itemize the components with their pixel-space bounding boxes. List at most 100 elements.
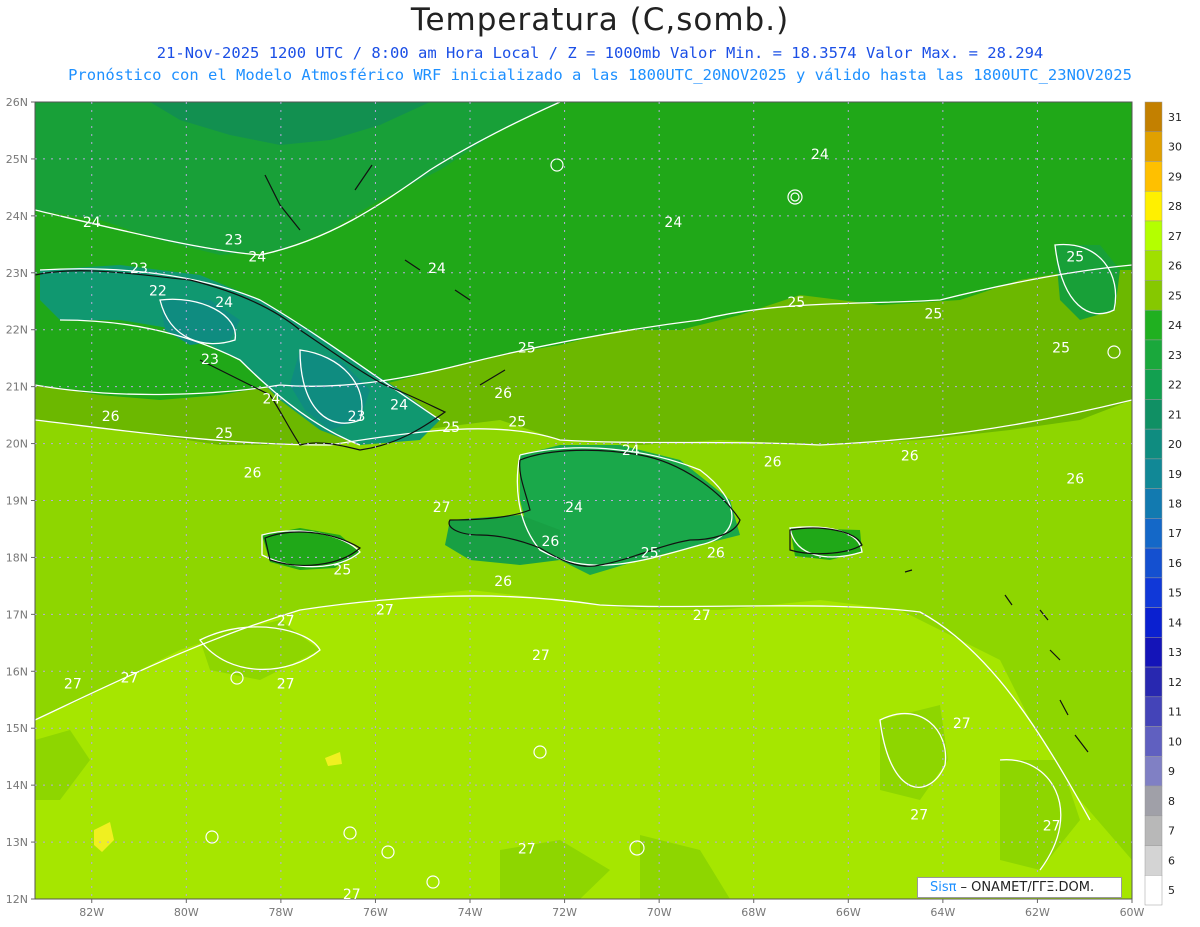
colorbar-swatch (1144, 190, 1163, 222)
contour-label: 23 (130, 261, 148, 277)
colorbar-label: 17 (1168, 527, 1182, 540)
lat-label: 14N (6, 779, 28, 792)
lat-label: 21N (6, 381, 28, 394)
contour-label: 24 (664, 215, 682, 231)
contour-label: 25 (215, 426, 233, 442)
colorbar-label: 25 (1168, 289, 1182, 302)
colorbar-swatch (1144, 845, 1163, 876)
colorbar-label: 6 (1168, 854, 1175, 867)
contour-label: 27 (518, 841, 536, 857)
colorbar-label: 8 (1168, 795, 1175, 808)
colorbar-swatch (1144, 399, 1163, 430)
lon-label: 76W (363, 906, 388, 919)
contour-label: 25 (333, 563, 351, 579)
colorbar-label: 15 (1168, 587, 1182, 600)
lat-label: 13N (6, 836, 28, 849)
contour-label: 27 (64, 676, 82, 692)
lat-label: 15N (6, 722, 28, 735)
lat-label: 24N (6, 210, 28, 223)
lat-label: 23N (6, 267, 28, 280)
colorbar-label: 31 (1168, 111, 1182, 124)
colorbar-label: 10 (1168, 735, 1182, 748)
lon-label: 68W (741, 906, 766, 919)
credit-brand: Sisπ (930, 880, 957, 895)
contour-label: 27 (532, 648, 550, 664)
lon-label: 60W (1120, 906, 1145, 919)
lon-label: 66W (836, 906, 861, 919)
contour-label: 27 (121, 671, 139, 687)
colorbar-swatch (1144, 309, 1163, 341)
lon-label: 72W (552, 906, 577, 919)
lat-label: 22N (6, 324, 28, 337)
contour-label: 24 (622, 443, 640, 459)
colorbar-swatch (1144, 756, 1163, 787)
contour-label: 22 (149, 284, 167, 300)
contour-label: 26 (901, 449, 919, 465)
contour-label: 26 (102, 409, 120, 425)
colorbar-swatch (1144, 280, 1163, 311)
colorbar-swatch (1144, 369, 1163, 400)
colorbar-swatch (1144, 547, 1163, 579)
lat-label: 25N (6, 153, 28, 166)
colorbar-swatch (1144, 250, 1163, 281)
colorbar-swatch (1144, 518, 1163, 549)
colorbar-label: 7 (1168, 825, 1175, 838)
colorbar-label: 30 (1168, 141, 1182, 154)
contour-label: 27 (910, 807, 928, 823)
credit-box: Sisπ – ONAMET/ΓΓΞ.DOM. (917, 877, 1122, 898)
contour-label: 27 (1043, 819, 1061, 835)
contour-label: 24 (215, 295, 233, 311)
colorbar-label: 26 (1168, 260, 1182, 273)
contour-label: 24 (390, 397, 408, 413)
contour-label: 24 (565, 500, 583, 516)
colorbar-swatch (1144, 458, 1163, 489)
lon-label: 70W (647, 906, 672, 919)
lat-label: 12N (6, 893, 28, 906)
lat-label: 20N (6, 438, 28, 451)
contour-label: 27 (277, 614, 295, 630)
temperature-colorbar: 31 30 29 28 27 26 25 24 23 22 21 20 19 18 17 16 15 14 13 12… (1144, 101, 1182, 906)
colorbar-label: 5 (1168, 884, 1175, 897)
colorbar-label: 13 (1168, 646, 1182, 659)
colorbar-swatch (1144, 488, 1163, 519)
contour-label: 24 (811, 147, 829, 163)
contour-label: 27 (277, 676, 295, 692)
contour-label: 25 (924, 306, 942, 322)
colorbar-label: 19 (1168, 468, 1182, 481)
colorbar-swatch (1144, 101, 1163, 132)
colorbar-label: 16 (1168, 557, 1182, 570)
temperature-map: 26N 25N 24N 23N 22N 21N 20N 19N 18N 17N 16N 15N 14N 1… (6, 96, 1182, 919)
lon-label: 64W (930, 906, 955, 919)
colorbar-label: 24 (1168, 319, 1182, 332)
contour-label: 26 (541, 534, 559, 550)
colorbar-swatch (1144, 875, 1163, 906)
colorbar-label: 11 (1168, 706, 1182, 719)
colorbar-swatch (1144, 726, 1163, 757)
colorbar-swatch (1144, 607, 1163, 638)
contour-label: 23 (201, 352, 219, 368)
contour-label: 25 (508, 414, 526, 430)
colorbar-label: 27 (1168, 230, 1182, 243)
contour-label: 26 (707, 545, 725, 561)
contour-label: 27 (693, 608, 711, 624)
colorbar-label: 12 (1168, 676, 1182, 689)
colorbar-swatch (1144, 637, 1163, 668)
colorbar-label: 23 (1168, 349, 1182, 362)
colorbar-swatch (1144, 577, 1163, 608)
colorbar-label: 20 (1168, 438, 1182, 451)
contour-label: 24 (248, 249, 266, 265)
latitude-labels: 26N 25N 24N 23N 22N 21N 20N 19N 18N 17N 16N 15N 14N 1… (6, 96, 28, 906)
contour-label: 25 (518, 340, 536, 356)
colorbar-swatch (1144, 161, 1163, 192)
lat-label: 19N (6, 495, 28, 508)
longitude-labels: 82W 80W 78W 76W 74W 72W 70W 68W 66W 64W 62W 60W (79, 906, 1144, 919)
contour-label: 25 (1066, 249, 1084, 265)
contour-label: 23 (225, 232, 243, 248)
contour-label: 26 (494, 574, 512, 590)
colorbar-label: 22 (1168, 379, 1182, 392)
contour-label: 27 (953, 716, 971, 732)
contour-label: 26 (1066, 471, 1084, 487)
contour-label: 26 (764, 454, 782, 470)
lon-label: 78W (268, 906, 293, 919)
contour-label: 27 (343, 887, 361, 903)
